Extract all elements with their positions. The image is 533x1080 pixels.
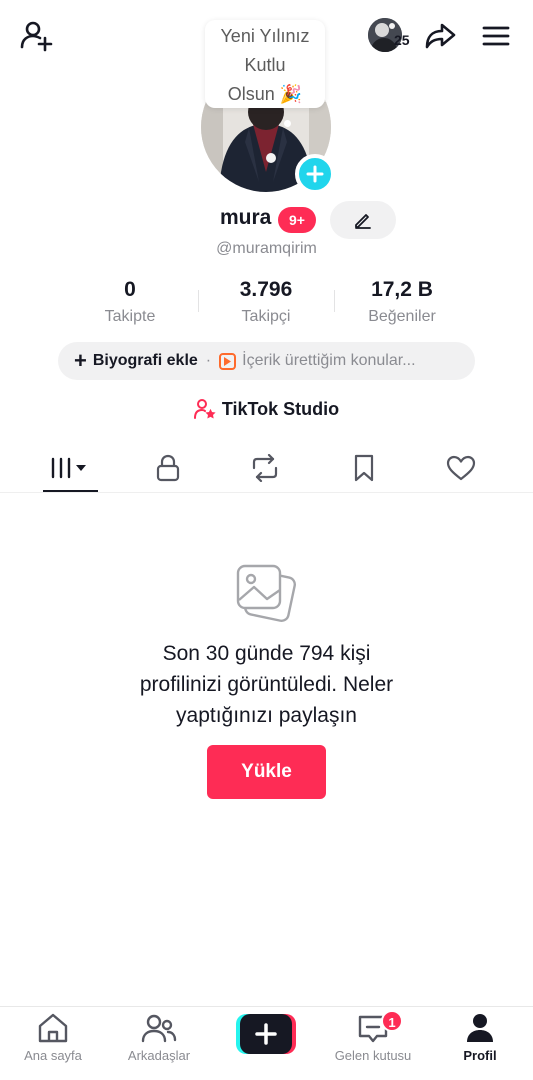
photos-icon (234, 560, 298, 624)
note-line: Olsun 🎉 (227, 84, 303, 104)
edit-profile-button[interactable] (330, 201, 396, 239)
bubble-tail-dot (284, 120, 291, 127)
share-button[interactable] (420, 16, 460, 56)
tab-saved[interactable] (311, 448, 417, 488)
bio-pill[interactable]: + Biyografi ekle · İçerik ürettiğim konu… (58, 342, 475, 380)
plus-icon (306, 165, 324, 183)
repost-icon (252, 454, 278, 482)
add-person-icon (20, 21, 53, 52)
person-star-icon (193, 399, 216, 419)
share-arrow-icon (425, 23, 456, 49)
play-square-icon (219, 352, 237, 370)
story-count: 25 (394, 32, 410, 48)
inbox-badge: 1 (381, 1010, 403, 1032)
note-line: Yeni Yılınız (220, 26, 310, 46)
tab-divider (0, 492, 533, 493)
add-bio-label[interactable]: Biyografi ekle (93, 352, 198, 370)
tab-reposts[interactable] (212, 448, 318, 488)
nav-home[interactable]: Ana sayfa (0, 1012, 106, 1074)
tab-liked[interactable] (408, 448, 514, 488)
add-friend-button[interactable] (14, 16, 58, 56)
bottom-nav-divider (0, 1006, 533, 1007)
message-line: yaptığınızı paylaşın (176, 704, 357, 727)
message-line: profilinizi görüntüledi. Neler (139, 673, 394, 696)
home-icon (38, 1013, 68, 1043)
bio-separator: · (205, 352, 212, 369)
nav-label: Profil (463, 1048, 497, 1063)
add-story-button[interactable] (295, 154, 335, 194)
nav-label: Gelen kutusu (334, 1048, 412, 1063)
notification-badge[interactable]: 9+ (278, 207, 316, 233)
stat-label: Beğeniler (368, 308, 436, 325)
user-handle: @muramqirim (216, 240, 317, 257)
stat-likes[interactable]: 17,2 B Beğeniler (313, 278, 491, 326)
content-topics-placeholder[interactable]: İçerik ürettiğim konular... (242, 352, 415, 370)
menu-button[interactable] (476, 16, 516, 56)
profile-icon (467, 1014, 493, 1042)
hamburger-menu-icon (482, 26, 510, 46)
username: mura (220, 206, 272, 229)
note-line: Kutlu (244, 55, 286, 75)
profile-views-message: Son 30 günde 794 kişi profilinizi görünt… (96, 638, 437, 731)
nav-label: Ana sayfa (24, 1048, 82, 1063)
create-button[interactable] (236, 1014, 296, 1054)
tab-private[interactable] (115, 448, 221, 488)
nav-inbox[interactable]: Gelen kutusu (320, 1012, 426, 1074)
friends-icon (141, 1014, 177, 1043)
grid-icon (51, 457, 86, 479)
nav-label: Arkadaşlar (127, 1048, 191, 1063)
studio-label: TikTok Studio (221, 398, 340, 419)
new-year-note-bubble[interactable]: Yeni Yılınız Kutlu Olsun 🎉 (205, 20, 325, 108)
create-plus-icon (236, 1014, 296, 1054)
stat-value: 17,2 B (371, 278, 433, 301)
message-line: Son 30 günde 794 kişi (162, 642, 371, 665)
lock-icon (156, 454, 180, 482)
plus-icon: + (74, 348, 87, 373)
bookmark-icon (354, 454, 374, 482)
tiktok-studio-link[interactable]: TikTok Studio (0, 398, 533, 420)
tab-videos[interactable] (17, 448, 123, 488)
nav-profile[interactable]: Profil (427, 1012, 533, 1074)
upload-button[interactable]: Yükle (207, 745, 326, 799)
nav-friends[interactable]: Arkadaşlar (106, 1012, 212, 1074)
heart-icon (446, 455, 476, 481)
pencil-icon (355, 214, 371, 229)
